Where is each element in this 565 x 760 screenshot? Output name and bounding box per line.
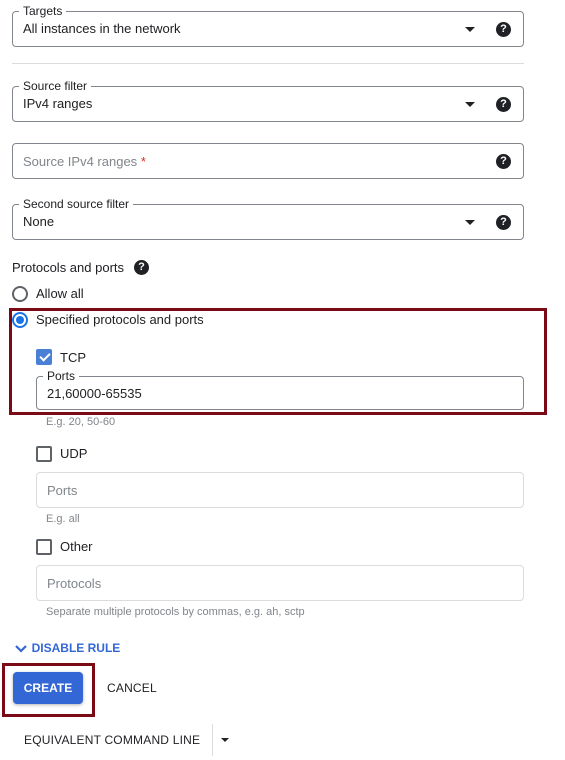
divider — [12, 63, 524, 64]
help-icon[interactable]: ? — [134, 260, 149, 275]
disable-rule-label: DISABLE RULE — [31, 641, 121, 655]
source-ipv4-ranges-input[interactable]: Source IPv4 ranges * ? — [12, 143, 524, 179]
second-source-filter-select[interactable]: Second source filter None ? — [12, 197, 524, 240]
targets-value: All instances in the network — [23, 21, 181, 36]
disable-rule-toggle[interactable]: DISABLE RULE — [14, 640, 120, 655]
udp-ports-hint: E.g. all — [46, 513, 80, 525]
help-icon[interactable]: ? — [496, 215, 511, 230]
protocols-heading: Protocols and ports — [12, 260, 125, 275]
allow-all-label[interactable]: Allow all — [36, 286, 84, 302]
chevron-down-icon — [15, 644, 27, 653]
equivalent-command-line-button[interactable]: EQUIVALENT COMMAND LINE — [24, 733, 200, 747]
other-label[interactable]: Other — [60, 539, 93, 555]
other-protocols-hint: Separate multiple protocols by commas, e… — [46, 606, 305, 618]
targets-select[interactable]: Targets All instances in the network ? — [12, 4, 524, 47]
create-button[interactable]: CREATE — [13, 672, 83, 704]
tcp-ports-label: Ports — [43, 369, 80, 383]
dropdown-arrow-icon[interactable] — [465, 102, 475, 107]
help-icon[interactable]: ? — [496, 154, 511, 169]
dropdown-arrow-icon[interactable] — [221, 738, 229, 742]
specified-protocols-label[interactable]: Specified protocols and ports — [36, 312, 204, 328]
tcp-ports-input[interactable]: Ports 21,60000-65535 — [36, 369, 524, 410]
divider — [212, 724, 213, 756]
tcp-ports-value: 21,60000-65535 — [47, 386, 142, 401]
source-ipv4-ranges-placeholder: Source IPv4 ranges * — [23, 154, 146, 170]
targets-label: Targets — [19, 4, 67, 18]
other-protocols-placeholder: Protocols — [47, 576, 102, 591]
dropdown-arrow-icon[interactable] — [465, 27, 475, 32]
udp-ports-placeholder: Ports — [47, 483, 78, 498]
source-filter-value: IPv4 ranges — [23, 96, 93, 111]
udp-ports-input[interactable]: Ports — [36, 472, 524, 508]
other-checkbox[interactable] — [36, 539, 52, 555]
tcp-ports-hint: E.g. 20, 50-60 — [46, 416, 116, 428]
source-filter-label: Source filter — [19, 79, 92, 93]
tcp-checkbox[interactable] — [36, 349, 52, 365]
help-icon[interactable]: ? — [496, 97, 511, 112]
dropdown-arrow-icon[interactable] — [465, 220, 475, 225]
other-protocols-input[interactable]: Protocols — [36, 565, 524, 601]
second-source-filter-label: Second source filter — [19, 197, 134, 211]
cancel-button[interactable]: CANCEL — [107, 681, 157, 695]
second-source-filter-value: None — [23, 214, 55, 229]
allow-all-radio[interactable] — [12, 286, 28, 302]
tcp-label[interactable]: TCP — [60, 350, 86, 366]
specified-protocols-radio[interactable] — [12, 312, 28, 328]
udp-label[interactable]: UDP — [60, 446, 87, 462]
source-filter-select[interactable]: Source filter IPv4 ranges ? — [12, 79, 524, 122]
placeholder-text: Source IPv4 ranges — [23, 154, 138, 169]
udp-checkbox[interactable] — [36, 446, 52, 462]
required-mark: * — [140, 154, 146, 169]
help-icon[interactable]: ? — [496, 22, 511, 37]
